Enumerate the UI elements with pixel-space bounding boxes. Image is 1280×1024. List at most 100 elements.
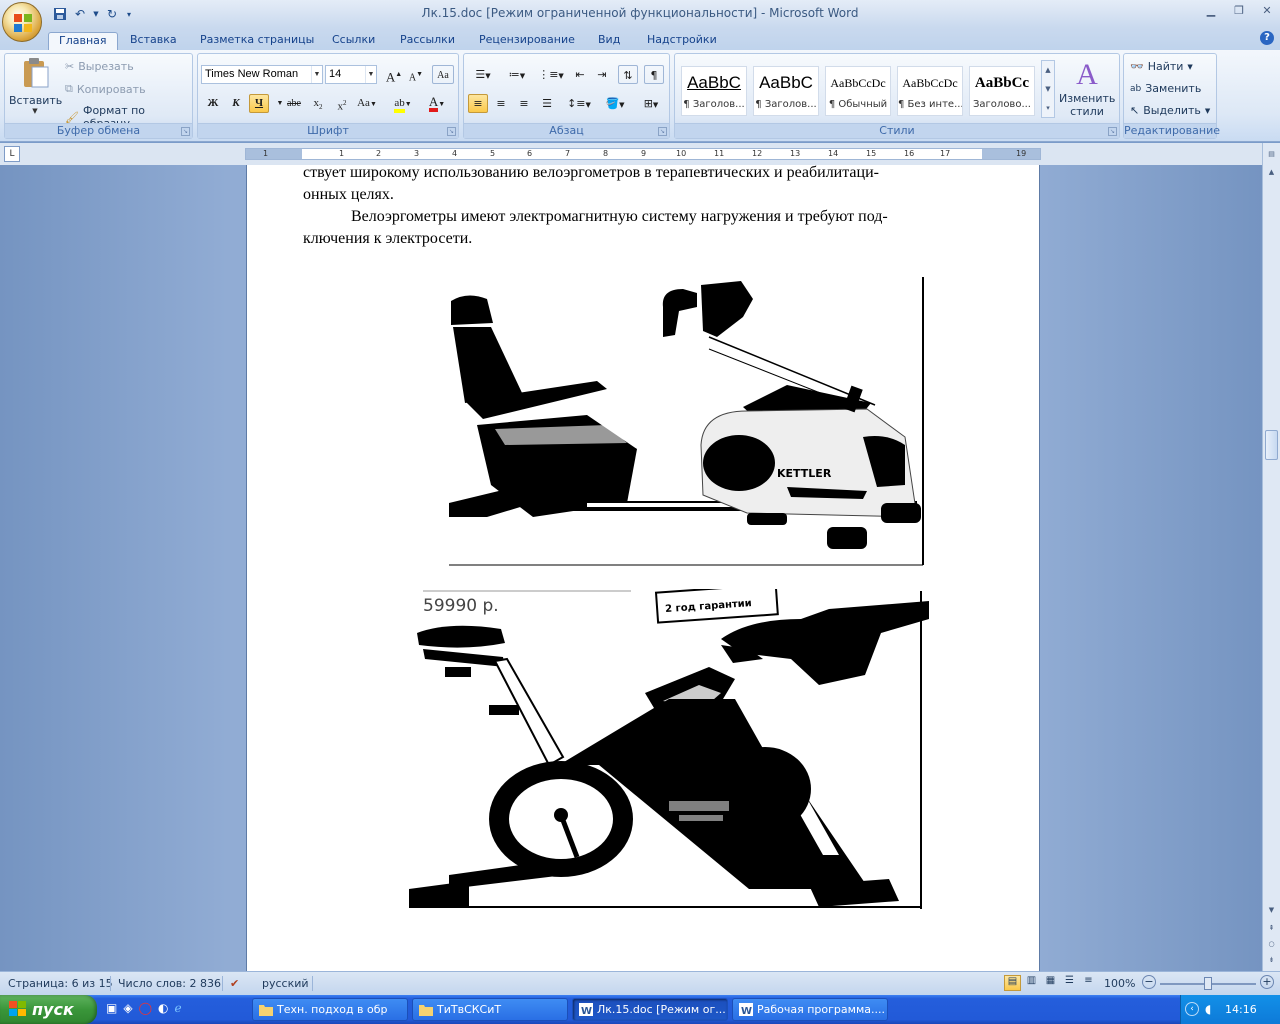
- page-indicator[interactable]: Страница: 6 из 15: [8, 977, 113, 990]
- task-folder-1[interactable]: Техн. подход в обр: [252, 998, 408, 1021]
- bold-button[interactable]: Ж: [203, 94, 223, 113]
- change-styles-button[interactable]: A Изменить стили: [1059, 58, 1115, 122]
- tab-home[interactable]: Главная: [48, 32, 118, 50]
- style-heading2[interactable]: AaBbC ¶ Заголов...: [753, 66, 819, 116]
- tab-mailings[interactable]: Рассылки: [390, 32, 465, 50]
- cut-button[interactable]: ✂ Вырезать: [65, 60, 134, 73]
- find-button[interactable]: 👓 Найти ▼: [1130, 60, 1193, 73]
- media-icon[interactable]: ◈: [123, 1001, 132, 1015]
- show-desktop-icon[interactable]: ▣: [106, 1001, 117, 1015]
- clipboard-launcher-icon[interactable]: ↘: [181, 127, 190, 136]
- speaker-app-icon[interactable]: ◐: [158, 1001, 168, 1015]
- close-icon[interactable]: ✕: [1258, 4, 1276, 18]
- clear-formatting-button[interactable]: Aa: [432, 65, 454, 84]
- opera-icon[interactable]: ◯: [139, 1001, 152, 1015]
- font-size-combo[interactable]: 14 ▼: [325, 65, 377, 84]
- recumbent-bike-image[interactable]: KETTLER: [447, 277, 927, 567]
- change-case-button[interactable]: Aa▼: [357, 94, 377, 113]
- volume-icon[interactable]: ◖: [1205, 1002, 1211, 1016]
- styles-up-icon[interactable]: ▲: [1042, 61, 1054, 80]
- align-center-button[interactable]: ≡: [491, 94, 511, 113]
- proofing-icon[interactable]: ✔: [230, 977, 239, 990]
- align-left-button[interactable]: ≡: [468, 94, 488, 113]
- highlight-button[interactable]: ab▼: [388, 94, 418, 113]
- font-name-dropdown-icon[interactable]: ▼: [311, 66, 322, 83]
- language-indicator[interactable]: русский: [262, 977, 309, 990]
- styles-down-icon[interactable]: ▼: [1042, 80, 1054, 99]
- style-normal[interactable]: AaBbCcDc ¶ Обычный: [825, 66, 891, 116]
- minimize-icon[interactable]: ▁: [1202, 4, 1220, 18]
- task-word-doc[interactable]: W Лк.15.doc [Режим ог...: [572, 998, 728, 1021]
- scroll-down-icon[interactable]: ▼: [1264, 903, 1279, 918]
- task-folder-2[interactable]: ТиТвСКСиТ: [412, 998, 568, 1021]
- scroll-up-icon[interactable]: ▲: [1264, 165, 1279, 180]
- show-marks-button[interactable]: ¶: [644, 65, 664, 84]
- select-button[interactable]: ↖ Выделить ▼: [1130, 104, 1210, 117]
- justify-button[interactable]: ☰: [537, 94, 557, 113]
- sort-button[interactable]: ⇅: [618, 65, 638, 84]
- clock[interactable]: 14:16: [1225, 1003, 1257, 1016]
- zoom-out-icon[interactable]: −: [1142, 975, 1156, 989]
- paragraph-launcher-icon[interactable]: ↘: [658, 127, 667, 136]
- strikethrough-button[interactable]: abe: [284, 94, 304, 113]
- increase-indent-button[interactable]: ⇥: [592, 65, 612, 84]
- underline-button[interactable]: Ч: [249, 94, 269, 113]
- scroll-thumb[interactable]: [1265, 430, 1278, 460]
- view-ruler-toggle-icon[interactable]: ▤: [1264, 147, 1279, 162]
- restore-icon[interactable]: ❐: [1230, 4, 1248, 18]
- font-name-combo[interactable]: Times New Roman ▼: [201, 65, 323, 84]
- bullets-button[interactable]: ☰▼: [468, 65, 498, 84]
- multilevel-list-button[interactable]: ⋮≡▼: [536, 65, 566, 84]
- shrink-font-button[interactable]: A▼: [406, 65, 426, 84]
- help-icon[interactable]: ?: [1260, 31, 1274, 45]
- styles-launcher-icon[interactable]: ↘: [1108, 127, 1117, 136]
- full-screen-reading-icon[interactable]: ▥: [1023, 975, 1040, 991]
- zoom-in-icon[interactable]: +: [1260, 975, 1274, 989]
- styles-scroll[interactable]: ▲ ▼ ▾: [1041, 60, 1055, 118]
- tab-addins[interactable]: Надстройки: [637, 32, 727, 50]
- align-right-button[interactable]: ≡: [514, 94, 534, 113]
- style-heading[interactable]: AaBbCc Заголово...: [969, 66, 1035, 116]
- numbering-button[interactable]: ≔▼: [502, 65, 532, 84]
- font-size-dropdown-icon[interactable]: ▼: [365, 66, 376, 83]
- decrease-indent-button[interactable]: ⇤: [570, 65, 590, 84]
- styles-more-icon[interactable]: ▾: [1042, 99, 1054, 117]
- previous-page-icon[interactable]: ⇞: [1264, 921, 1279, 936]
- tab-view[interactable]: Вид: [588, 32, 630, 50]
- print-layout-icon[interactable]: ▤: [1004, 975, 1021, 991]
- superscript-button[interactable]: x2: [332, 94, 352, 113]
- document-page[interactable]: ствует широкому использованию велоэргоме…: [246, 164, 1040, 971]
- italic-button[interactable]: К: [226, 94, 246, 113]
- grow-font-button[interactable]: A▲: [384, 65, 404, 84]
- ie-icon[interactable]: ℯ: [175, 1001, 182, 1015]
- copy-button[interactable]: ⧉ Копировать: [65, 82, 146, 96]
- spin-bike-image[interactable]: 59990 р. 2 год гарантии: [409, 589, 931, 913]
- zoom-slider-thumb[interactable]: [1204, 977, 1212, 990]
- tab-selector[interactable]: L: [4, 146, 20, 162]
- line-spacing-button[interactable]: ↕≡▼: [564, 94, 594, 113]
- word-count[interactable]: Число слов: 2 836: [118, 977, 221, 990]
- zoom-level[interactable]: 100%: [1104, 977, 1135, 990]
- borders-button[interactable]: ⊞▼: [636, 94, 666, 113]
- font-color-button[interactable]: A▼: [422, 94, 452, 113]
- style-no-spacing[interactable]: AaBbCcDc ¶ Без инте...: [897, 66, 963, 116]
- select-browse-object-icon[interactable]: ○: [1264, 937, 1279, 952]
- draft-icon[interactable]: ≡: [1080, 975, 1097, 991]
- subscript-button[interactable]: x2: [308, 94, 328, 113]
- tray-expand-icon[interactable]: ‹: [1185, 1002, 1199, 1016]
- office-button[interactable]: [2, 2, 42, 42]
- shading-button[interactable]: 🪣▼: [600, 94, 630, 113]
- tab-page-layout[interactable]: Разметка страницы: [190, 32, 324, 50]
- paste-button[interactable]: Вставить ▼: [9, 57, 62, 121]
- tab-insert[interactable]: Вставка: [120, 32, 187, 50]
- web-layout-icon[interactable]: ▦: [1042, 975, 1059, 991]
- style-heading1[interactable]: AaBbC ¶ Заголов...: [681, 66, 747, 116]
- horizontal-ruler[interactable]: 1 1 2 3 4 5 6 7 8 9 10 11 12 13 14 15 16…: [245, 148, 1041, 160]
- tab-references[interactable]: Ссылки: [322, 32, 385, 50]
- paste-dropdown-icon[interactable]: ▼: [9, 107, 61, 115]
- next-page-icon[interactable]: ⇟: [1264, 953, 1279, 968]
- start-button[interactable]: пуск: [0, 995, 97, 1024]
- font-launcher-icon[interactable]: ↘: [447, 127, 456, 136]
- task-word-program[interactable]: W Рабочая программа....: [732, 998, 888, 1021]
- vertical-scrollbar[interactable]: ▤ ▲ ▼ ⇞ ○ ⇟: [1262, 143, 1280, 971]
